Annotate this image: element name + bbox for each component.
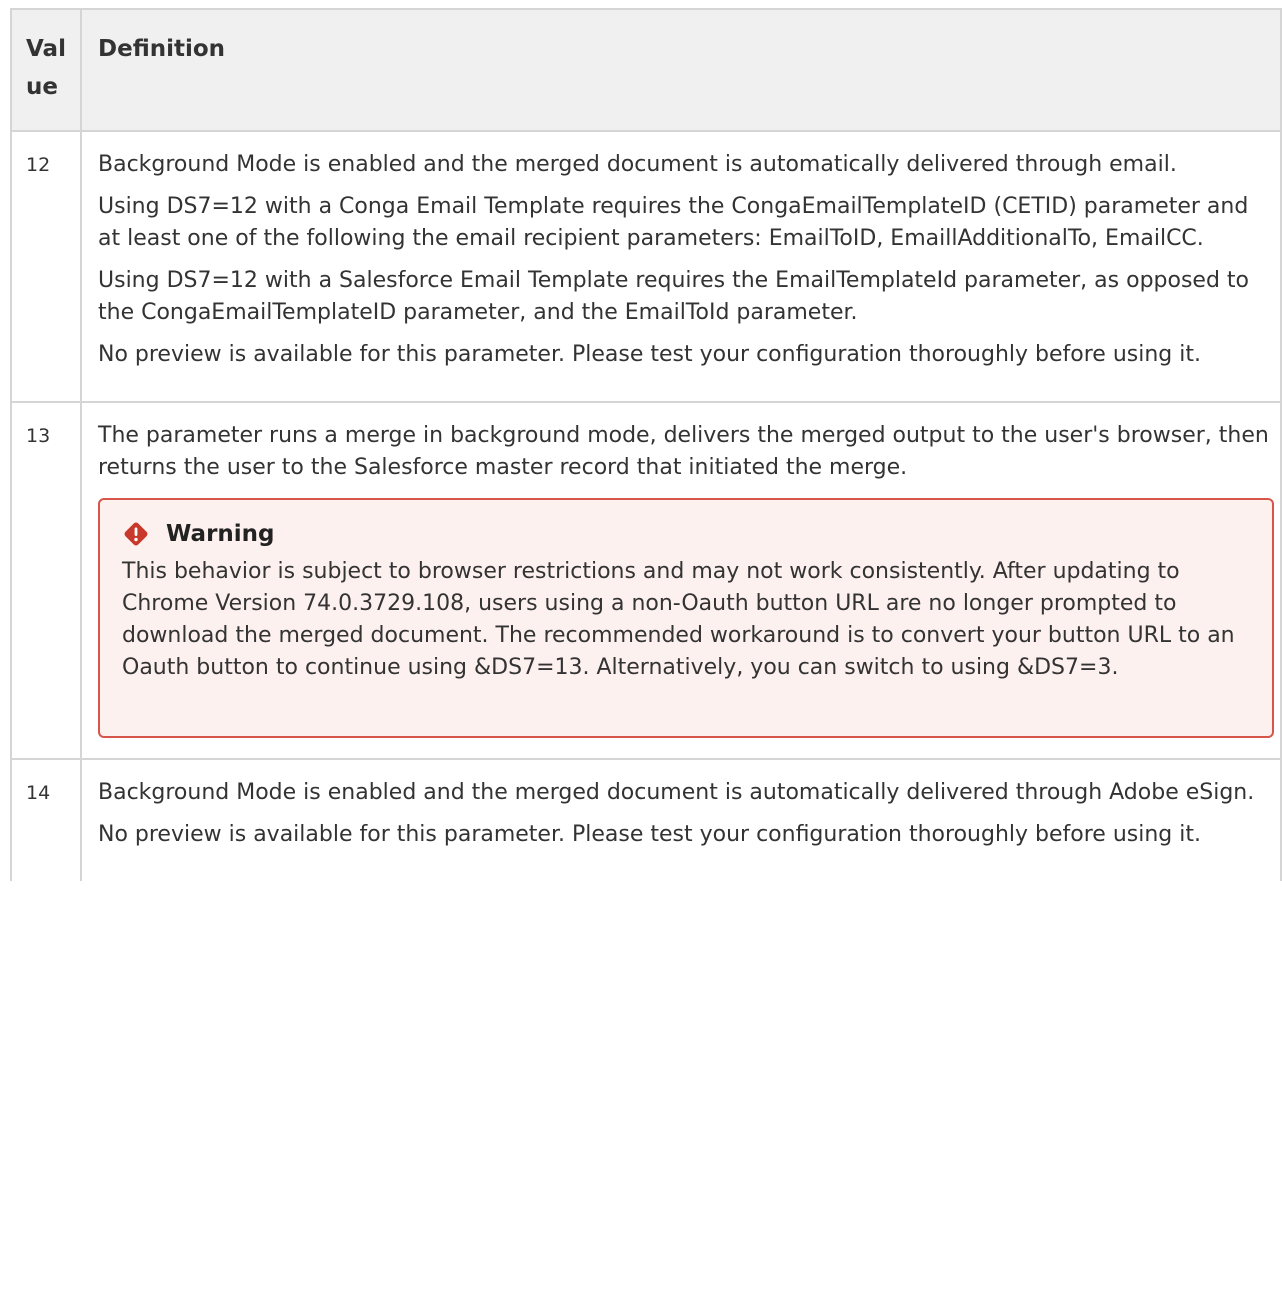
table-row: 13 The parameter runs a merge in backgro… — [10, 401, 1282, 760]
value-cell: 14 — [10, 758, 82, 881]
definition-cell: Background Mode is enabled and the merge… — [80, 130, 1282, 403]
warning-diamond-icon — [122, 520, 150, 548]
definition-paragraph: Background Mode is enabled and the merge… — [98, 780, 1255, 805]
definition-paragraph: No preview is available for this paramet… — [98, 342, 1201, 367]
ds7-values-table: Value Definition 12 Background Mode is e… — [10, 8, 1282, 881]
definition-paragraph: Using DS7=12 with a Conga Email Template… — [98, 194, 1249, 251]
definition-paragraph: The parameter runs a merge in background… — [98, 423, 1269, 480]
table-row: 12 Background Mode is enabled and the me… — [10, 130, 1282, 403]
definition-cell: The parameter runs a merge in background… — [80, 401, 1282, 760]
definition-cell: Background Mode is enabled and the merge… — [80, 758, 1282, 881]
value-cell: 13 — [10, 401, 82, 760]
warning-text: This behavior is subject to browser rest… — [122, 559, 1235, 680]
warning-title: Warning — [166, 521, 275, 547]
table-header-row: Value Definition — [10, 8, 1282, 132]
definition-paragraph: No preview is available for this paramet… — [98, 822, 1201, 847]
definition-column-header: Definition — [80, 8, 1282, 132]
table-row: 14 Background Mode is enabled and the me… — [10, 758, 1282, 881]
warning-header: Warning — [122, 520, 1252, 548]
definition-paragraph: Using DS7=12 with a Salesforce Email Tem… — [98, 268, 1249, 325]
value-cell: 12 — [10, 130, 82, 403]
definition-paragraph: Background Mode is enabled and the merge… — [98, 152, 1177, 177]
value-column-header: Value — [10, 8, 82, 132]
warning-callout: Warning This behavior is subject to brow… — [98, 498, 1274, 738]
